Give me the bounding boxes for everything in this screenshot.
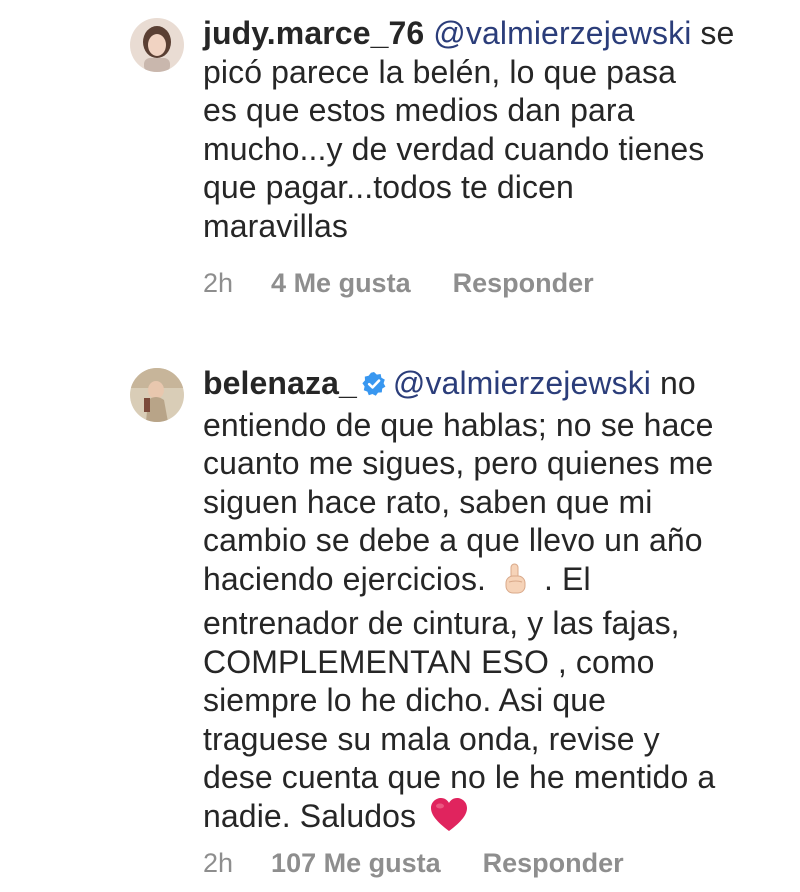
text-line: que pagar...todos te dicen bbox=[203, 169, 574, 205]
text-line: maravillas bbox=[203, 207, 349, 244]
text-line: haciendo ejercicios. bbox=[203, 560, 496, 597]
text-line: entrenador de cintura, y las fajas, bbox=[203, 605, 680, 641]
comment-text: belenaza_ @valmierzejewski no entiendo de… bbox=[203, 364, 773, 841]
text-line: es que estos medios dan para bbox=[203, 92, 635, 128]
index-pointing-up-emoji-icon bbox=[499, 562, 531, 605]
comment-meta: 2h 107 Me gusta Responder bbox=[203, 848, 624, 879]
text-line: entiendo de que hablas; no se hace bbox=[203, 406, 714, 443]
mention-link[interactable]: @valmierzejewski bbox=[393, 365, 651, 401]
text-line: siempre lo he dicho. Asi que bbox=[203, 682, 607, 718]
avatar-photo-icon bbox=[130, 18, 184, 72]
comment-meta: 2h 4 Me gusta Responder bbox=[203, 268, 594, 299]
reply-button[interactable]: Responder bbox=[453, 268, 594, 299]
text-line: siguen hace rato, saben que mi bbox=[203, 483, 653, 520]
timestamp: 2h bbox=[203, 268, 234, 298]
text-line: se bbox=[691, 15, 735, 51]
username[interactable]: judy.marce_76 bbox=[203, 15, 424, 51]
avatar-judy[interactable] bbox=[130, 18, 184, 72]
text-line: COMPLEMENTAN ESO , como bbox=[203, 643, 655, 680]
likes-count-button[interactable]: 107 Me gusta bbox=[271, 848, 441, 879]
avatar-belenaza[interactable] bbox=[130, 368, 184, 422]
reply-button[interactable]: Responder bbox=[483, 848, 624, 879]
red-heart-emoji-icon bbox=[429, 797, 469, 842]
text-line: cuanto me sigues, pero quienes me bbox=[203, 445, 714, 481]
text-line: mucho...y de verdad cuando tienes bbox=[203, 130, 705, 167]
text-line: cambio se debe a que llevo un año bbox=[203, 522, 703, 558]
text-line: traguese su mala onda, revise y bbox=[203, 720, 660, 757]
avatar-photo-icon bbox=[130, 368, 184, 422]
verified-badge-icon bbox=[361, 367, 387, 406]
username[interactable]: belenaza_ bbox=[203, 365, 357, 401]
text-line: no bbox=[651, 365, 696, 401]
text-line: nadie. Saludos bbox=[203, 797, 426, 834]
comment-text: judy.marce_76 @valmierzejewski se picó p… bbox=[203, 14, 773, 245]
text-line: picó parece la belén, lo que pasa bbox=[203, 53, 676, 90]
timestamp: 2h bbox=[203, 848, 234, 878]
text-line: . El bbox=[535, 560, 591, 597]
likes-count-button[interactable]: 4 Me gusta bbox=[271, 268, 411, 299]
mention-link[interactable]: @valmierzejewski bbox=[433, 15, 691, 51]
text-line: dese cuenta que no le he mentido a bbox=[203, 759, 716, 795]
